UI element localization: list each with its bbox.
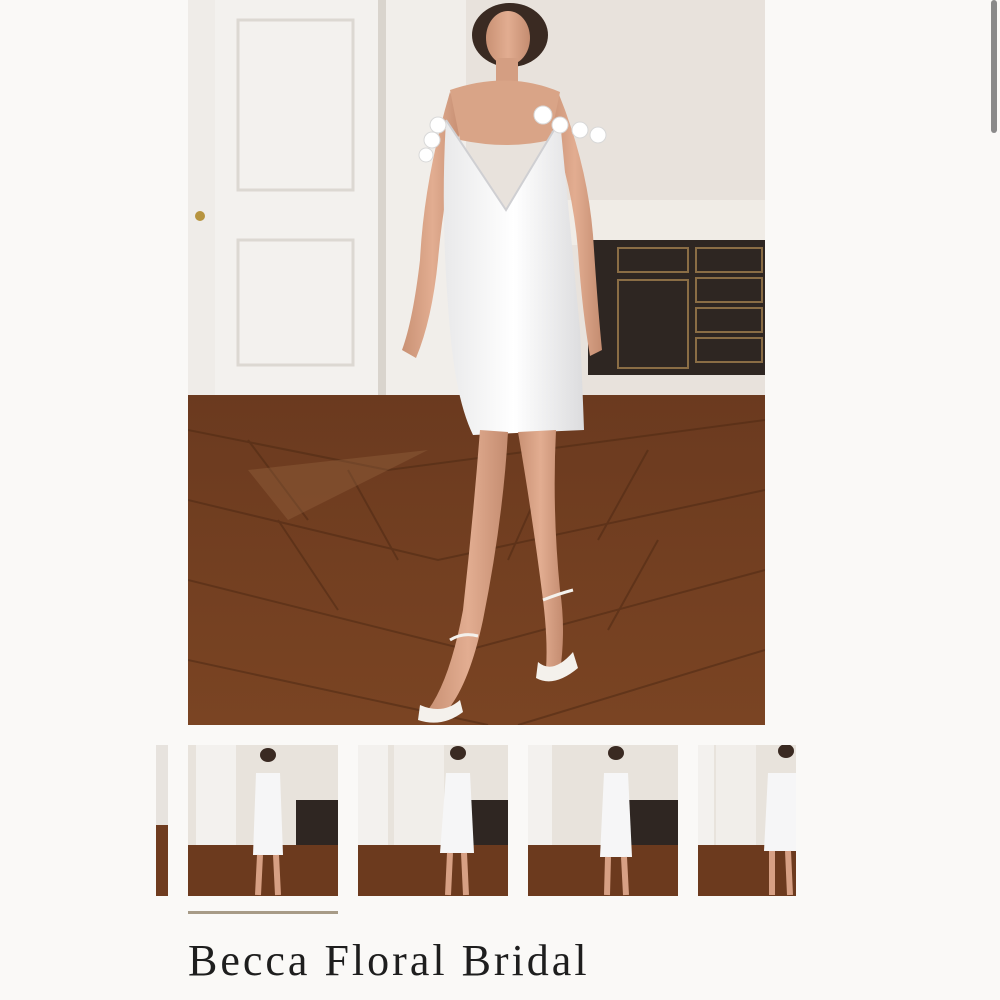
product-title: Becca Floral Bridal [188, 936, 590, 985]
thumbnail-1[interactable] [188, 745, 338, 896]
thumbnail-strip [0, 745, 1000, 896]
thumbnail-previous-partial[interactable] [156, 745, 168, 896]
product-photo [188, 0, 765, 725]
scrollbar-thumb[interactable] [991, 0, 997, 133]
thumbnail-4-partial[interactable] [698, 745, 796, 896]
selected-thumbnail-indicator [188, 911, 338, 914]
thumbnail-2[interactable] [358, 745, 508, 896]
main-product-image[interactable] [188, 0, 765, 725]
thumbnail-image [358, 745, 508, 896]
thumbnail-image [528, 745, 678, 896]
thumbnail-3[interactable] [528, 745, 678, 896]
thumbnail-image [698, 745, 796, 896]
scrollbar[interactable] [986, 0, 1000, 1000]
thumbnail-image [156, 745, 168, 896]
thumbnail-image [188, 745, 338, 896]
